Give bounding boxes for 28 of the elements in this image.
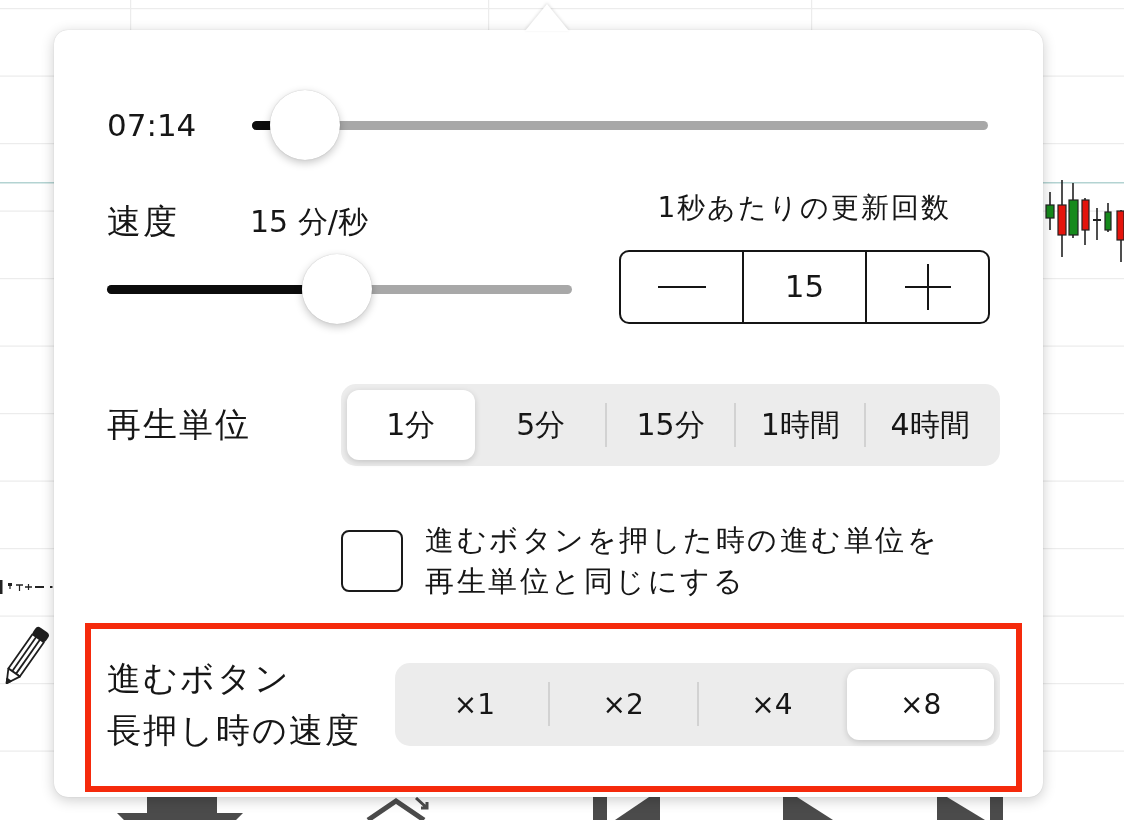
segment-option[interactable]: 1分 bbox=[347, 390, 475, 460]
skip-forward-icon[interactable] bbox=[937, 797, 1003, 820]
stepper-value: 15 bbox=[784, 268, 825, 306]
segment-option[interactable]: ×8 bbox=[847, 668, 994, 740]
slider-track[interactable] bbox=[252, 121, 988, 130]
segment-option[interactable]: ×1 bbox=[401, 668, 548, 740]
setting-label: 長押し時の速度 bbox=[107, 709, 361, 752]
segment-option[interactable]: 15分 bbox=[606, 390, 735, 460]
skip-back-icon[interactable] bbox=[593, 797, 660, 820]
segment-option[interactable]: 5分 bbox=[476, 390, 605, 460]
setting-label: 再生単位 bbox=[107, 403, 252, 446]
down-arrow-icon[interactable] bbox=[117, 797, 243, 820]
checkbox-label: 進むボタンを押した時の進む単位を再生単位と同じにする bbox=[425, 522, 940, 600]
segment-option[interactable]: 4時間 bbox=[866, 390, 994, 460]
stepper-title: 1秒あたりの更新回数 bbox=[657, 190, 952, 226]
plus-icon bbox=[904, 264, 951, 310]
segment-option[interactable]: ×4 bbox=[698, 668, 846, 740]
candlestick-chart bbox=[0, 580, 54, 594]
segment-option[interactable]: ×2 bbox=[549, 668, 697, 740]
speed-value: 15 分/秒 bbox=[250, 202, 368, 241]
minus-icon bbox=[657, 286, 706, 288]
speed-label: 速度 bbox=[107, 200, 180, 243]
slider-thumb[interactable] bbox=[302, 254, 373, 324]
segment-option[interactable]: 1時間 bbox=[736, 390, 865, 460]
slider-thumb[interactable] bbox=[270, 90, 341, 160]
setting-label: 進むボタン bbox=[107, 657, 291, 700]
checkbox[interactable] bbox=[341, 530, 403, 592]
time-label: 07:14 bbox=[107, 107, 198, 143]
